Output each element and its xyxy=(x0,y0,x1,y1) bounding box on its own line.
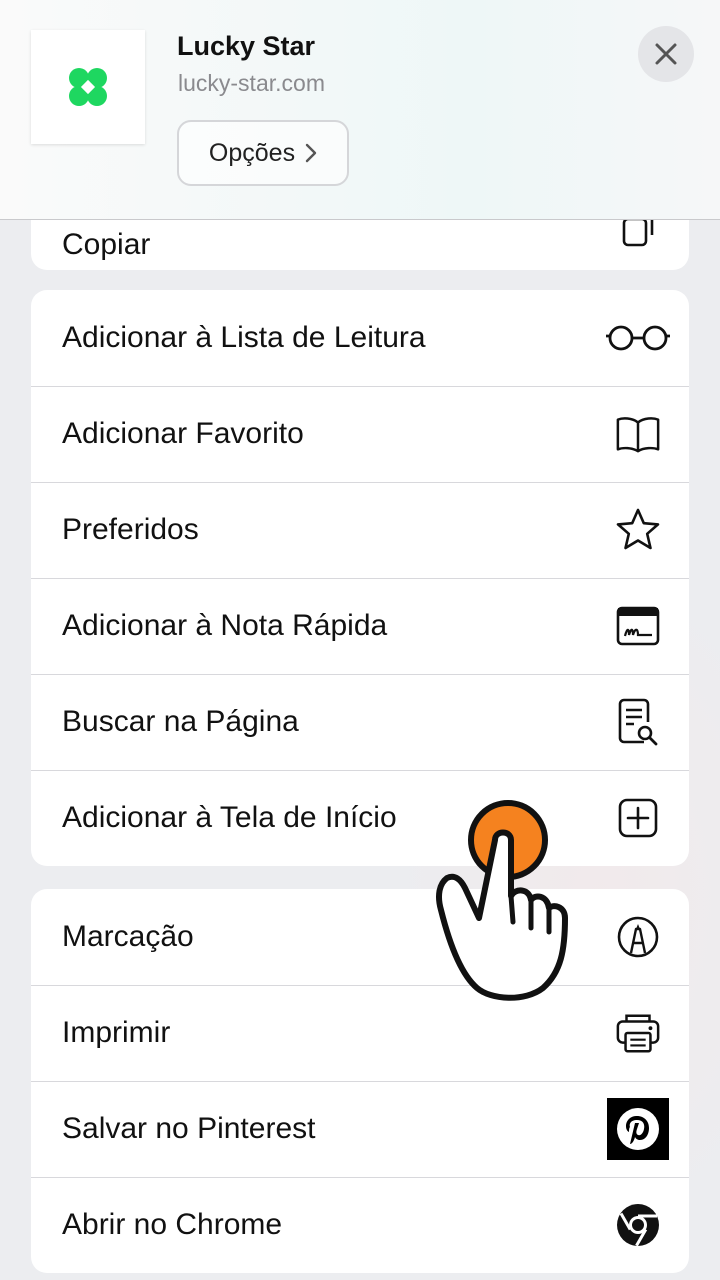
menu-item-label: Salvar no Pinterest xyxy=(62,1112,316,1145)
menu-item-label: Marcação xyxy=(62,920,194,953)
book-icon xyxy=(615,411,661,457)
menu-item-find-in-page[interactable]: Buscar na Página xyxy=(31,674,689,770)
add-square-icon xyxy=(615,795,661,841)
quick-note-icon xyxy=(615,603,661,649)
menu-item-add-to-home-screen[interactable]: Adicionar à Tela de Início xyxy=(31,770,689,866)
share-sheet-header: Lucky Star lucky-star.com Opções xyxy=(0,0,720,220)
options-label: Opções xyxy=(208,138,296,167)
menu-item-label: Adicionar à Tela de Início xyxy=(62,801,397,834)
tap-hand-icon xyxy=(425,800,575,1010)
star-icon xyxy=(615,507,661,553)
menu-item-label: Adicionar Favorito xyxy=(62,417,304,450)
options-button[interactable]: Opções xyxy=(177,120,349,186)
menu-item-markup[interactable]: Marcação xyxy=(31,889,689,985)
menu-item-label: Abrir no Chrome xyxy=(62,1208,283,1241)
actions-group-2: Marcação Imprimir Salvar no Pinterest Ab… xyxy=(31,889,689,1273)
find-in-page-icon xyxy=(615,698,661,746)
actions-group-1: Adicionar à Lista de Leitura Adicionar F… xyxy=(31,290,689,866)
site-title: Lucky Star xyxy=(177,31,316,61)
chevron-right-icon xyxy=(305,143,317,163)
pinterest-icon xyxy=(607,1098,669,1160)
close-button[interactable] xyxy=(638,26,694,82)
close-icon xyxy=(655,43,677,65)
app-icon xyxy=(31,30,145,144)
menu-item-open-chrome[interactable]: Abrir no Chrome xyxy=(31,1177,689,1273)
menu-item-label: Adicionar à Lista de Leitura xyxy=(62,321,426,354)
menu-item-reading-list[interactable]: Adicionar à Lista de Leitura xyxy=(31,290,689,386)
menu-item-label: Buscar na Página xyxy=(62,705,299,738)
menu-item-label: Adicionar à Nota Rápida xyxy=(62,609,388,642)
menu-item-print[interactable]: Imprimir xyxy=(31,985,689,1081)
site-url: lucky-star.com xyxy=(178,70,325,96)
menu-item-add-bookmark[interactable]: Adicionar Favorito xyxy=(31,386,689,482)
markup-pen-icon xyxy=(615,914,661,960)
menu-item-quick-note[interactable]: Adicionar à Nota Rápida xyxy=(31,578,689,674)
menu-item-label: Imprimir xyxy=(62,1016,171,1049)
glasses-icon xyxy=(605,315,671,361)
lucky-star-clover-icon xyxy=(69,68,107,106)
printer-icon xyxy=(615,1010,661,1056)
menu-item-favorites[interactable]: Preferidos xyxy=(31,482,689,578)
menu-item-label: Copiar xyxy=(62,228,151,261)
chrome-icon xyxy=(615,1202,661,1248)
menu-item-label: Preferidos xyxy=(62,513,199,546)
menu-item-save-pinterest[interactable]: Salvar no Pinterest xyxy=(31,1081,689,1177)
